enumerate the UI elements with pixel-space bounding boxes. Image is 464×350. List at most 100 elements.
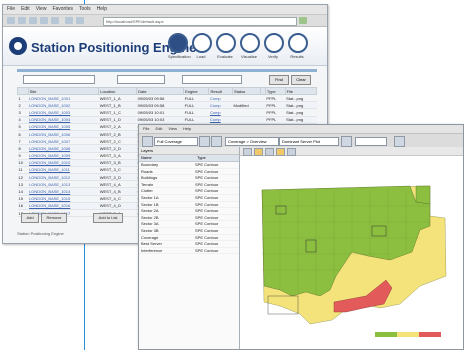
- layer-list-item[interactable]: Interference SPE Contour: [139, 248, 239, 255]
- menu-edit[interactable]: Edit: [21, 5, 30, 14]
- add-button[interactable]: Add: [21, 213, 39, 223]
- identify-icon[interactable]: [276, 148, 285, 156]
- layers-panel-header: Name Type: [139, 155, 239, 162]
- workflow-step-load[interactable]: Load: [192, 33, 212, 59]
- layer-list-item[interactable]: Boundary SPE Contour: [139, 162, 239, 169]
- layer-list-item[interactable]: Sector 3A SPE Contour: [139, 221, 239, 228]
- layer-list-item[interactable]: Sector 2A SPE Contour: [139, 208, 239, 215]
- table-cell[interactable]: LONDON_BASE_1014: [28, 187, 99, 196]
- coverage-map[interactable]: [240, 156, 463, 349]
- map-menu-file[interactable]: File: [143, 125, 149, 133]
- back-icon[interactable]: [7, 17, 15, 24]
- table-row[interactable]: 2 LONDON_BASE_1002 WEST_1_B 09/05/03 09:58 F…: [17, 101, 317, 110]
- layers-col-name[interactable]: Name: [139, 155, 195, 161]
- menu-view[interactable]: View: [36, 5, 47, 14]
- layer-list-item[interactable]: Best Server SPE Contour: [139, 241, 239, 248]
- clear-button[interactable]: Clear: [291, 75, 311, 85]
- table-cell[interactable]: LONDON_BASE_1005: [28, 123, 99, 131]
- table-cell[interactable]: LONDON_BASE_1003: [28, 108, 99, 117]
- col-header[interactable]: Engine: [183, 87, 210, 95]
- layer-list-item[interactable]: Sector 2B SPE Contour: [139, 215, 239, 222]
- table-cell: WEST_2_C: [98, 137, 137, 146]
- table-cell[interactable]: LONDON_BASE_1002: [28, 101, 99, 110]
- map-menu-help[interactable]: Help: [183, 125, 191, 133]
- workflow-step-evaluate[interactable]: Evaluate: [216, 33, 236, 59]
- menu-file[interactable]: File: [7, 5, 15, 14]
- col-header[interactable]: File: [284, 87, 318, 95]
- plot-dropdown[interactable]: Dominant Server Plot: [279, 137, 339, 146]
- export-icon[interactable]: [394, 136, 405, 147]
- layer-list-item[interactable]: Sector 1B SPE Contour: [139, 202, 239, 209]
- table-cell[interactable]: LONDON_BASE_1009: [28, 152, 99, 160]
- layer-list-item[interactable]: Roads SPE Contour: [139, 169, 239, 176]
- info-icon[interactable]: [287, 148, 296, 156]
- layer-list-item[interactable]: Sector 1A SPE Contour: [139, 195, 239, 202]
- col-header[interactable]: Location: [98, 87, 138, 95]
- favorites-icon[interactable]: [76, 17, 84, 24]
- home-icon[interactable]: [51, 17, 59, 24]
- add-to-list-button[interactable]: Add to List: [93, 213, 123, 223]
- layer-type: SPE Contour: [195, 221, 219, 227]
- table-cell: PFPL: [265, 94, 286, 103]
- table-cell[interactable]: LONDON_BASE_1007: [28, 137, 99, 146]
- highlight-icon[interactable]: [254, 148, 263, 156]
- layer-list-item[interactable]: Coverage SPE Contour: [139, 235, 239, 242]
- col-header[interactable]: Date: [136, 87, 185, 95]
- layer-name: Roads: [141, 168, 153, 174]
- layer-list-item[interactable]: Buildings SPE Contour: [139, 175, 239, 182]
- menu-tools[interactable]: Tools: [79, 5, 91, 14]
- table-cell[interactable]: LONDON_BASE_1004: [28, 116, 99, 124]
- table-cell[interactable]: LONDON_BASE_1011: [28, 166, 99, 175]
- go-icon[interactable]: [299, 17, 307, 24]
- table-cell[interactable]: LONDON_BASE_1006: [28, 130, 99, 139]
- workflow-step-specification[interactable]: Specification: [168, 33, 191, 59]
- refresh-icon[interactable]: [40, 17, 48, 24]
- coverage-dropdown[interactable]: Full Coverage: [154, 137, 198, 146]
- select-icon[interactable]: [243, 148, 252, 156]
- address-bar[interactable]: http://localhost/SPE/default.aspx: [103, 17, 297, 26]
- forward-icon[interactable]: [18, 17, 26, 24]
- map-menu-edit[interactable]: Edit: [155, 125, 162, 133]
- layer-list-item[interactable]: Sector 3B SPE Contour: [139, 228, 239, 235]
- table-cell[interactable]: LONDON_BASE_1015: [28, 195, 99, 203]
- table-cell[interactable]: LONDON_BASE_1016: [28, 202, 99, 211]
- col-header[interactable]: Result: [208, 87, 233, 95]
- search-icon[interactable]: [65, 17, 73, 24]
- col-header[interactable]: Status: [231, 87, 262, 95]
- open-icon[interactable]: [142, 136, 153, 147]
- col-header[interactable]: Site: [27, 87, 100, 95]
- menu-favorites[interactable]: Favorites: [52, 5, 73, 14]
- measure-icon[interactable]: [265, 148, 274, 156]
- menu-help[interactable]: Help: [97, 5, 107, 14]
- table-cell[interactable]: LONDON_BASE_1012: [28, 173, 99, 182]
- table-row[interactable]: 1 LONDON_BASE_1001 WEST_1_A 09/05/03 09:56 F…: [17, 94, 317, 103]
- table-row[interactable]: 4 LONDON_BASE_1004 WEST_1_D 09/05/03 10:03 F…: [17, 116, 317, 124]
- table-cell[interactable]: LONDON_BASE_1001: [28, 94, 99, 103]
- table-cell[interactable]: LONDON_BASE_1013: [28, 180, 99, 189]
- table-cell[interactable]: LONDON_BASE_1008: [28, 144, 99, 153]
- remove-button[interactable]: Remove: [41, 213, 67, 223]
- layers-col-type[interactable]: Type: [195, 155, 237, 161]
- layer-name: Sector 1A: [141, 194, 159, 200]
- map-menu-view[interactable]: View: [168, 125, 177, 133]
- table-row[interactable]: 3 LONDON_BASE_1003 WEST_1_C 09/05/03 10:01 F…: [17, 108, 317, 117]
- find-button[interactable]: Find: [269, 75, 289, 85]
- zoom-in-icon[interactable]: [199, 136, 210, 147]
- view-dropdown[interactable]: Coverage > Overview: [225, 137, 279, 146]
- date-select[interactable]: [182, 75, 242, 84]
- layer-list-item[interactable]: Clutter SPE Contour: [139, 188, 239, 195]
- table-cell[interactable]: LONDON_BASE_1010: [28, 159, 99, 167]
- stop-icon[interactable]: [29, 17, 37, 24]
- workflow-step-results[interactable]: Results: [288, 33, 308, 59]
- layer-list-item[interactable]: Terrain SPE Contour: [139, 182, 239, 189]
- site-select[interactable]: [23, 75, 95, 84]
- col-header[interactable]: Type: [264, 87, 286, 95]
- zoom-out-icon[interactable]: [211, 136, 222, 147]
- pan-icon[interactable]: [341, 136, 352, 147]
- workflow-step-visualise[interactable]: Visualise: [240, 33, 260, 59]
- workflow-step-verify[interactable]: Verify: [264, 33, 284, 59]
- location-select[interactable]: [117, 75, 165, 84]
- col-header[interactable]: [17, 87, 29, 95]
- table-cell: WEST_1_B: [98, 101, 137, 110]
- scale-dropdown[interactable]: [355, 137, 387, 146]
